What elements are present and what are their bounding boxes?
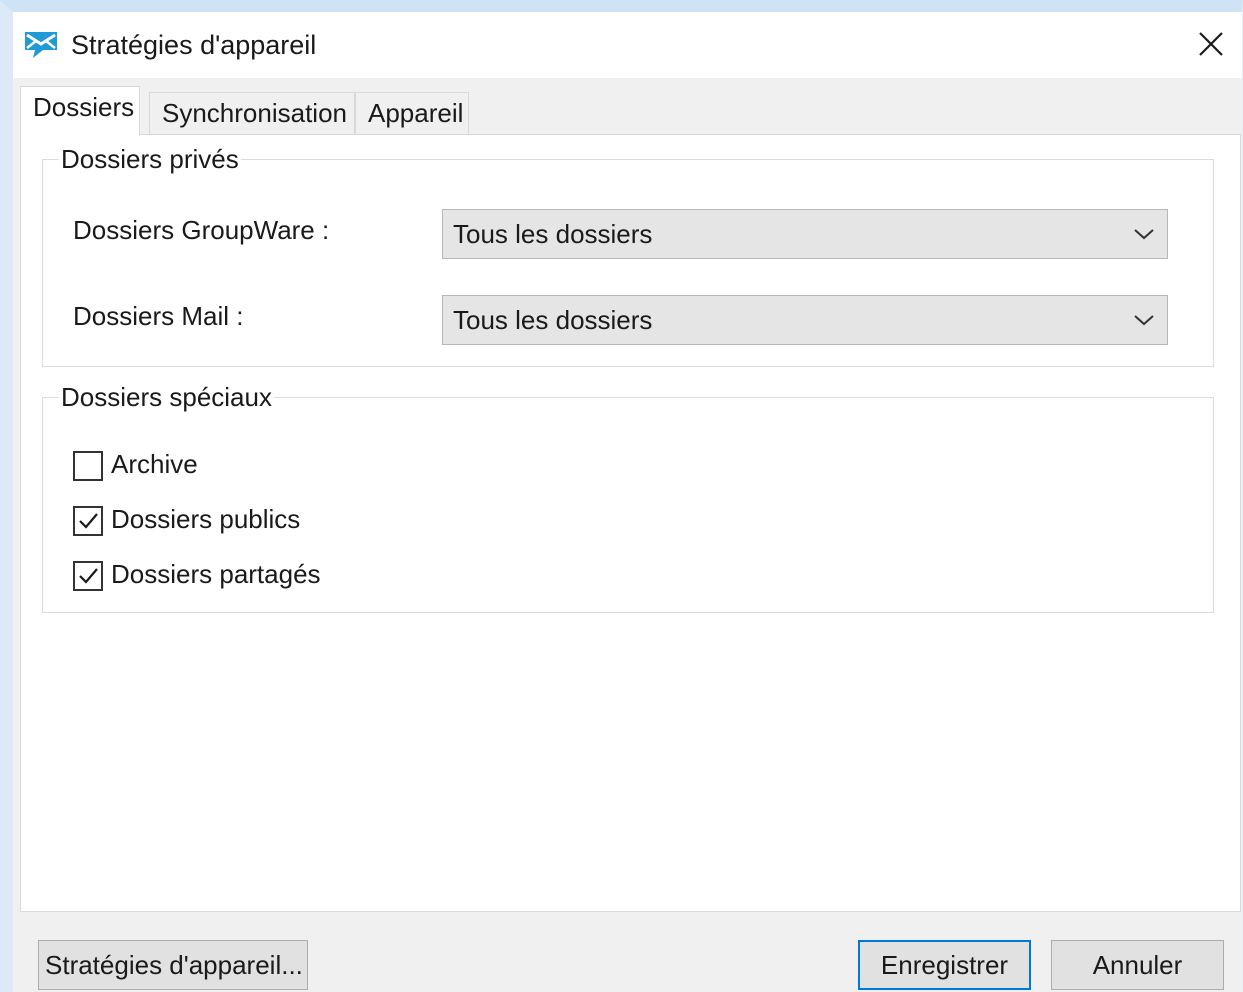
- mail-folders-label: Dossiers Mail :: [73, 301, 244, 331]
- archive-checkbox-label: Archive: [111, 449, 198, 479]
- tab-appareil-label: Appareil: [368, 98, 464, 128]
- special-folders-legend: Dossiers spéciaux: [61, 382, 272, 412]
- shared-folders-checkbox-box[interactable]: [73, 561, 103, 591]
- dialog-client-area: Dossiers Synchronisation Appareil Dossie…: [13, 78, 1242, 992]
- tab-synchronisation[interactable]: Synchronisation: [149, 92, 355, 134]
- device-policies-button[interactable]: Stratégies d'appareil...: [38, 940, 308, 990]
- tab-appareil[interactable]: Appareil: [355, 92, 469, 134]
- mail-folders-value: Tous les dossiers: [453, 305, 653, 335]
- public-folders-checkbox-label: Dossiers publics: [111, 504, 301, 534]
- checkmark-icon: [79, 513, 98, 529]
- archive-checkbox-box[interactable]: [73, 451, 103, 481]
- groupware-folders-select[interactable]: Tous les dossiers: [442, 209, 1168, 259]
- save-button[interactable]: Enregistrer: [858, 940, 1031, 990]
- app-mail-icon: [23, 28, 59, 60]
- groupware-folders-value: Tous les dossiers: [453, 219, 653, 249]
- chevron-down-icon: [1133, 312, 1155, 328]
- checkmark-icon: [79, 568, 98, 584]
- title-bar[interactable]: Stratégies d'appareil: [13, 12, 1242, 78]
- tab-dossiers[interactable]: Dossiers: [20, 86, 140, 136]
- close-button[interactable]: [1189, 24, 1233, 68]
- special-folders-group: Dossiers spéciaux Archive Dossiers publi…: [42, 383, 1214, 613]
- private-folders-legend: Dossiers privés: [61, 144, 239, 174]
- tab-panel-dossiers: Dossiers privés Dossiers GroupWare : Tou…: [20, 134, 1241, 912]
- window-title: Stratégies d'appareil: [71, 30, 317, 60]
- groupware-folders-label: Dossiers GroupWare :: [73, 215, 330, 245]
- private-folders-group: Dossiers privés Dossiers GroupWare : Tou…: [42, 145, 1214, 367]
- tab-dossiers-label: Dossiers: [33, 92, 135, 122]
- tab-synchronisation-label: Synchronisation: [162, 98, 347, 128]
- public-folders-checkbox-box[interactable]: [73, 506, 103, 536]
- close-icon: [1198, 31, 1224, 62]
- chevron-down-icon: [1133, 226, 1155, 242]
- shared-folders-checkbox-label: Dossiers partagés: [111, 559, 321, 589]
- cancel-button[interactable]: Annuler: [1051, 940, 1224, 990]
- mail-folders-select[interactable]: Tous les dossiers: [442, 295, 1168, 345]
